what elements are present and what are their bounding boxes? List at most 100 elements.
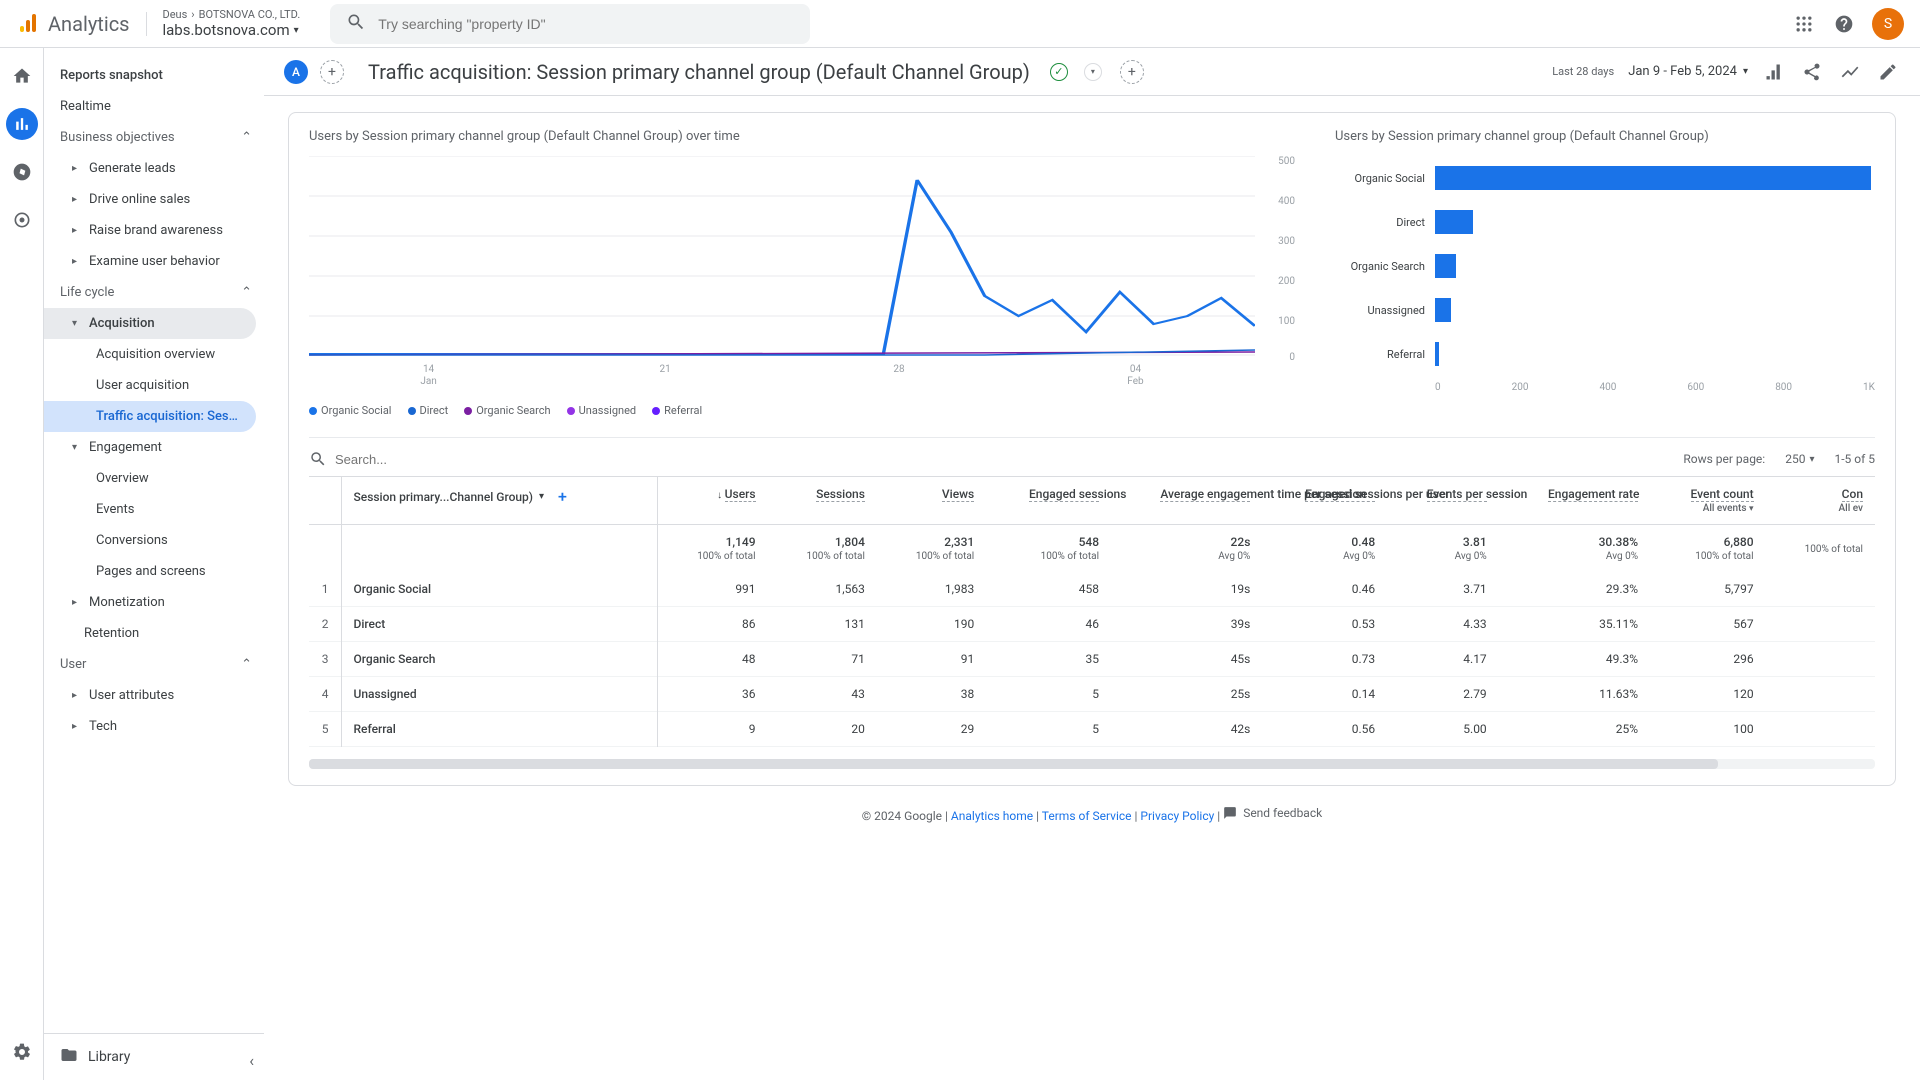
chart-legend: Organic Social Direct Organic Search Una… — [309, 404, 1295, 417]
sidebar-pages-screens[interactable]: Pages and screens — [44, 556, 264, 587]
search-bar[interactable] — [330, 4, 810, 44]
table-search[interactable] — [309, 450, 455, 468]
caret-down-icon: ▾ — [539, 491, 544, 502]
rows-per-page-label: Rows per page: — [1683, 452, 1765, 466]
title-bar: A + Traffic acquisition: Session primary… — [264, 48, 1920, 96]
insights-icon[interactable] — [1838, 60, 1862, 84]
date-range-picker[interactable]: Jan 9 - Feb 5, 2024▾ — [1628, 64, 1748, 79]
sidebar-engagement[interactable]: ▾Engagement — [44, 432, 264, 463]
feedback-icon — [1223, 806, 1237, 820]
sidebar-traffic-acq[interactable]: Traffic acquisition: Session... — [44, 401, 256, 432]
sidebar-events[interactable]: Events — [44, 494, 264, 525]
caret-down-icon: ▾ — [1809, 454, 1814, 465]
apps-icon[interactable] — [1792, 12, 1816, 36]
table-h-scrollbar[interactable] — [309, 759, 1875, 769]
table-row[interactable]: 3Organic Search4871913545s0.734.1749.3%2… — [309, 642, 1875, 677]
folder-icon — [60, 1046, 78, 1068]
link-privacy[interactable]: Privacy Policy — [1140, 809, 1214, 823]
rail-home[interactable] — [6, 60, 38, 92]
rail-explore[interactable] — [6, 156, 38, 188]
col-avg-engagement[interactable]: Average engagement time per session — [1111, 477, 1262, 525]
caret-right-icon: ▸ — [72, 690, 77, 701]
dimension-header[interactable]: Session primary...Channel Group) ▾ + — [354, 487, 646, 506]
rows-per-page-select[interactable]: 250▾ — [1785, 452, 1814, 466]
pagination-info: 1-5 of 5 — [1834, 452, 1875, 466]
sidebar-realtime[interactable]: Realtime — [44, 91, 264, 122]
sidebar-section-user[interactable]: User⌃ — [44, 649, 264, 680]
sidebar-reports-snapshot[interactable]: Reports snapshot — [44, 60, 264, 91]
breadcrumb-property: labs.botsnova.com — [163, 21, 290, 39]
product-name: Analytics — [48, 12, 130, 36]
breadcrumb-parent: Deus — [163, 8, 188, 21]
link-terms[interactable]: Terms of Service — [1042, 809, 1132, 823]
col-views[interactable]: Views — [877, 477, 986, 525]
product-logo[interactable]: Analytics — [16, 12, 130, 36]
page-title: Traffic acquisition: Session primary cha… — [368, 60, 1030, 84]
sidebar-section-lifecycle[interactable]: Life cycle⌃ — [44, 277, 264, 308]
sidebar-monetization[interactable]: ▸Monetization — [44, 587, 264, 618]
bar-chart-title: Users by Session primary channel group (… — [1335, 129, 1875, 144]
sidebar-user-acq[interactable]: User acquisition — [44, 370, 264, 401]
edit-icon[interactable] — [1876, 60, 1900, 84]
audience-chip[interactable]: A — [284, 60, 308, 84]
page-footer: © 2024 Google | Analytics home | Terms o… — [288, 786, 1896, 833]
add-comparison-button[interactable]: + — [320, 60, 344, 84]
property-selector[interactable]: Deus › BOTSNOVA CO., LTD. labs.botsnova.… — [163, 8, 301, 39]
table-row[interactable]: 4Unassigned364338525s0.142.7911.63%120 — [309, 677, 1875, 712]
sidebar-acquisition[interactable]: ▾Acquisition — [44, 308, 256, 339]
send-feedback-button[interactable]: Send feedback — [1223, 806, 1322, 820]
sidebar-drive-sales[interactable]: ▸Drive online sales — [44, 184, 264, 215]
caret-down-icon: ▾ — [72, 318, 77, 329]
search-input[interactable] — [378, 16, 794, 32]
caret-right-icon: ▸ — [72, 194, 77, 205]
add-filter-button[interactable]: + — [1120, 60, 1144, 84]
table-search-input[interactable] — [335, 452, 455, 467]
line-chart[interactable]: 500 400 300 200 100 0 — [309, 156, 1295, 396]
col-engaged-sessions[interactable]: Engaged sessions — [986, 477, 1111, 525]
sidebar-collapse[interactable]: ‹ — [249, 1051, 254, 1070]
customize-report-icon[interactable] — [1762, 60, 1786, 84]
report-card: Users by Session primary channel group (… — [288, 112, 1896, 786]
title-dropdown[interactable]: ▾ — [1084, 63, 1102, 81]
sidebar-generate-leads[interactable]: ▸Generate leads — [44, 153, 264, 184]
line-chart-block: Users by Session primary channel group (… — [309, 129, 1295, 417]
sidebar-eng-overview[interactable]: Overview — [44, 463, 264, 494]
caret-right-icon: ▸ — [72, 225, 77, 236]
sidebar-user-attrs[interactable]: ▸User attributes — [44, 680, 264, 711]
sidebar-tech[interactable]: ▸Tech — [44, 711, 264, 742]
sidebar-section-business[interactable]: Business objectives⌃ — [44, 122, 264, 153]
nav-rail — [0, 48, 44, 1080]
sidebar-examine-user[interactable]: ▸Examine user behavior — [44, 246, 264, 277]
sidebar-library[interactable]: Library — [44, 1033, 264, 1080]
share-icon[interactable] — [1800, 60, 1824, 84]
rail-advertising[interactable] — [6, 204, 38, 236]
caret-down-icon: ▾ — [1743, 66, 1748, 77]
bar-chart-block: Users by Session primary channel group (… — [1335, 129, 1875, 417]
col-event-count[interactable]: Event countAll events ▾ — [1650, 477, 1766, 525]
chevron-up-icon: ⌃ — [241, 285, 252, 300]
data-table: Session primary...Channel Group) ▾ + ↓ U… — [309, 476, 1875, 747]
divider — [146, 12, 147, 36]
search-icon — [346, 12, 366, 36]
sidebar-conversions[interactable]: Conversions — [44, 525, 264, 556]
user-avatar[interactable]: S — [1872, 8, 1904, 40]
table-row[interactable]: 2Direct861311904639s0.534.3335.11%567 — [309, 607, 1875, 642]
rail-admin[interactable] — [6, 1036, 38, 1068]
rail-reports[interactable] — [6, 108, 38, 140]
sidebar-raise-brand[interactable]: ▸Raise brand awareness — [44, 215, 264, 246]
line-chart-title: Users by Session primary channel group (… — [309, 129, 1295, 144]
help-icon[interactable] — [1832, 12, 1856, 36]
link-analytics-home[interactable]: Analytics home — [951, 809, 1033, 823]
sidebar-retention[interactable]: Retention — [44, 618, 264, 649]
col-conversions[interactable]: ConAll ev — [1766, 477, 1875, 525]
col-users[interactable]: ↓ Users — [658, 477, 768, 525]
add-dimension-button[interactable]: + — [558, 487, 567, 506]
col-sessions[interactable]: Sessions — [768, 477, 877, 525]
caret-down-icon: ▾ — [1749, 504, 1754, 514]
table-row[interactable]: 5Referral92029542s0.565.0025%100 — [309, 712, 1875, 747]
bar-chart[interactable]: Organic Social Direct Organic Search Una… — [1335, 156, 1875, 376]
search-icon — [309, 450, 327, 468]
sidebar-acq-overview[interactable]: Acquisition overview — [44, 339, 264, 370]
caret-right-icon: ▸ — [72, 721, 77, 732]
table-row[interactable]: 1Organic Social9911,5631,98345819s0.463.… — [309, 572, 1875, 607]
